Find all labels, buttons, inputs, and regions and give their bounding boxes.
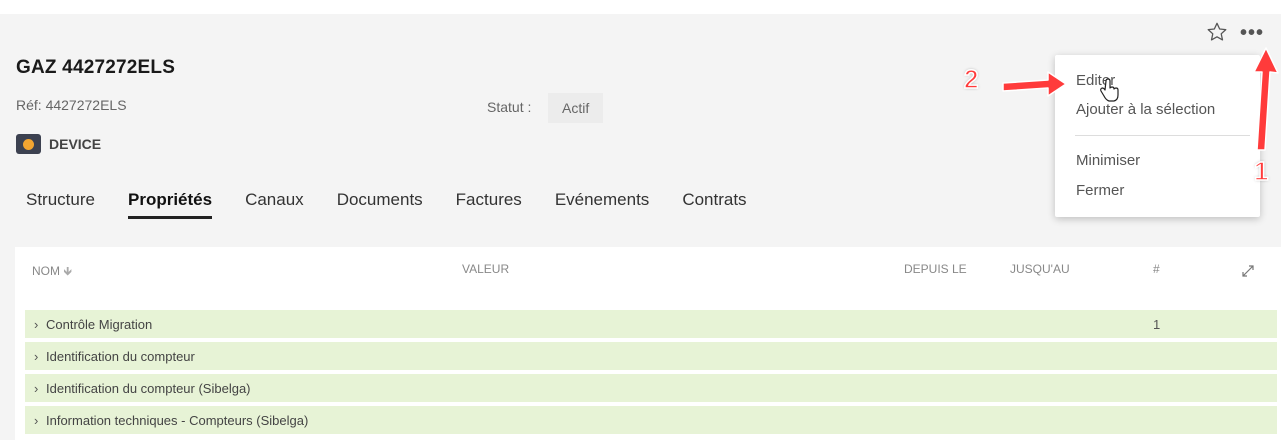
device-label: DEVICE — [49, 136, 102, 152]
star-icon[interactable] — [1206, 21, 1228, 43]
tab-contrats[interactable]: Contrats — [682, 190, 746, 219]
row-count: 1 — [1153, 316, 1161, 332]
actions-menu: Editer Ajouter à la sélection Minimiser … — [1055, 55, 1260, 217]
chevron-right-icon: › — [34, 316, 39, 332]
column-header-label: NOM — [32, 264, 60, 278]
annotation-step-2: 2 — [963, 63, 979, 95]
annotation-step-1: 1 — [1253, 155, 1269, 187]
more-icon[interactable]: ••• — [1240, 22, 1264, 45]
tab-factures[interactable]: Factures — [456, 190, 522, 219]
menu-item-fermer[interactable]: Fermer — [1076, 182, 1124, 199]
menu-item-minimiser[interactable]: Minimiser — [1076, 152, 1140, 169]
reference-text: Réf: 4427272ELS — [16, 97, 127, 113]
expand-icon[interactable] — [1241, 264, 1255, 278]
tab-structure[interactable]: Structure — [26, 190, 95, 219]
page-title: GAZ 4427272ELS — [16, 57, 176, 78]
column-header-count[interactable]: # — [1153, 262, 1160, 276]
status-badge: Actif — [548, 93, 604, 123]
tab-documents[interactable]: Documents — [337, 190, 423, 219]
row-label: Information techniques - Compteurs (Sibe… — [46, 412, 309, 428]
column-header-jusqu[interactable]: JUSQU'AU — [1010, 262, 1070, 276]
gauge-icon — [16, 134, 41, 154]
table-row[interactable]: › Identification du compteur — [25, 342, 1277, 372]
tab-canaux[interactable]: Canaux — [245, 190, 304, 219]
row-label: Identification du compteur — [46, 348, 195, 364]
menu-divider — [1075, 135, 1250, 136]
chevron-right-icon: › — [34, 380, 39, 396]
tab-proprietes[interactable]: Propriétés — [127, 190, 213, 219]
table-row[interactable]: › Identification du compteur (Sibelga) — [25, 374, 1277, 404]
tab-bar: Structure Propriétés Canaux Documents Fa… — [26, 190, 747, 219]
menu-item-ajouter-selection[interactable]: Ajouter à la sélection — [1076, 101, 1215, 118]
column-header-depuis[interactable]: DEPUIS LE — [904, 262, 967, 276]
arrow-down-icon: 🡻 — [63, 264, 72, 278]
status-label: Statut : — [487, 99, 532, 115]
row-label: Identification du compteur (Sibelga) — [46, 380, 251, 396]
column-header-nom[interactable]: NOM 🡻 — [32, 262, 72, 283]
top-strip — [0, 0, 1281, 14]
chevron-right-icon: › — [34, 348, 39, 364]
device-tag: DEVICE — [16, 134, 101, 154]
table-row[interactable]: › Information techniques - Compteurs (Si… — [25, 406, 1277, 436]
chevron-right-icon: › — [34, 412, 39, 428]
menu-item-editer[interactable]: Editer — [1076, 72, 1115, 89]
table-row[interactable]: › Contrôle Migration 1 — [25, 310, 1277, 340]
column-header-valeur[interactable]: VALEUR — [462, 262, 509, 276]
row-label: Contrôle Migration — [46, 316, 153, 332]
tab-evenements[interactable]: Evénements — [555, 190, 650, 219]
